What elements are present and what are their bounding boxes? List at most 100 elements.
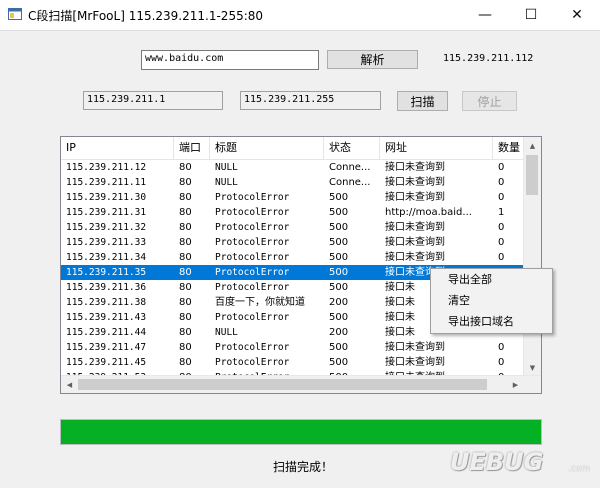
context-menu: 导出全部 清空 导出接口域名 <box>430 268 553 334</box>
resolve-button[interactable]: 解析 <box>327 50 418 69</box>
cell-count: 0 <box>498 192 505 203</box>
cell-status: 500 <box>329 342 349 353</box>
cell-title: ProtocolError <box>215 207 290 218</box>
column-header-url[interactable]: 网址 <box>380 137 493 159</box>
cell-title: 百度一下，你就知道 <box>215 297 305 308</box>
cell-port: 80 <box>179 357 192 368</box>
cell-port: 80 <box>179 297 192 308</box>
menu-item-clear[interactable]: 清空 <box>431 291 552 311</box>
scrollbar-corner <box>524 376 541 393</box>
table-row[interactable]: 115.239.211.33 80 ProtocolError 500 接口未查询到 0 <box>61 235 523 250</box>
cell-port: 80 <box>179 207 192 218</box>
title-bar: C段扫描[MrFooL] 115.239.211.1-255:80 — ☐ ✕ <box>0 0 600 31</box>
scroll-down-icon[interactable]: ▼ <box>524 359 541 376</box>
cell-status: 500 <box>329 252 349 263</box>
cell-title: ProtocolError <box>215 282 290 293</box>
cell-url: 接口未查询到 <box>385 357 445 368</box>
vertical-scroll-thumb[interactable] <box>526 155 538 195</box>
cell-port: 80 <box>179 177 192 188</box>
app-window-icon <box>8 8 22 20</box>
cell-port: 80 <box>179 342 192 353</box>
column-header-ip[interactable]: IP <box>61 137 174 159</box>
cell-ip: 115.239.211.38 <box>66 297 147 308</box>
table-row[interactable]: 115.239.211.32 80 ProtocolError 500 接口未查询到 0 <box>61 220 523 235</box>
cell-count: 0 <box>498 357 505 368</box>
maximize-button[interactable]: ☐ <box>508 0 554 30</box>
scroll-up-icon[interactable]: ▲ <box>524 137 541 154</box>
cell-title: NULL <box>215 177 238 188</box>
column-header-status[interactable]: 状态 <box>324 137 380 159</box>
end-ip-field[interactable]: 115.239.211.255 <box>240 91 381 110</box>
cell-ip: 115.239.211.32 <box>66 222 147 233</box>
scroll-left-icon[interactable]: ◀ <box>61 376 78 393</box>
cell-url: 接口未查询到 <box>385 177 445 188</box>
cell-status: 200 <box>329 327 349 338</box>
cell-title: ProtocolError <box>215 312 290 323</box>
scroll-right-icon[interactable]: ▶ <box>507 376 524 393</box>
cell-ip: 115.239.211.43 <box>66 312 147 323</box>
cell-port: 80 <box>179 222 192 233</box>
horizontal-scrollbar[interactable]: ◀ ▶ <box>61 375 541 393</box>
cell-url: 接口未查询到 <box>385 192 445 203</box>
minimize-button[interactable]: — <box>462 0 508 30</box>
results-table[interactable]: IP 端口 标题 状态 网址 数量 115.239.211.12 80 NULL Co… <box>60 136 542 394</box>
cell-url: 接口未查询到 <box>385 162 445 173</box>
cell-port: 80 <box>179 327 192 338</box>
cell-ip: 115.239.211.34 <box>66 252 147 263</box>
cell-status: 500 <box>329 207 349 218</box>
progress-fill <box>61 420 541 444</box>
start-ip-field[interactable]: 115.239.211.1 <box>83 91 223 110</box>
close-button[interactable]: ✕ <box>554 0 600 30</box>
cell-ip: 115.239.211.35 <box>66 267 147 278</box>
domain-input[interactable]: www.baidu.com <box>141 50 319 70</box>
resolved-ip-label: 115.239.211.112 <box>443 53 534 64</box>
maximize-icon: ☐ <box>524 7 538 23</box>
cell-ip: 115.239.211.33 <box>66 237 147 248</box>
cell-ip: 115.239.211.30 <box>66 192 147 203</box>
table-row[interactable]: 115.239.211.45 80 ProtocolError 500 接口未查询到 0 <box>61 355 523 370</box>
table-row[interactable]: 115.239.211.30 80 ProtocolError 500 接口未查询到 0 <box>61 190 523 205</box>
vertical-scrollbar[interactable]: ▲ ▼ <box>523 137 541 376</box>
cell-title: ProtocolError <box>215 222 290 233</box>
cell-ip: 115.239.211.44 <box>66 327 147 338</box>
column-header-title[interactable]: 标题 <box>210 137 324 159</box>
cell-ip: 115.239.211.45 <box>66 357 147 368</box>
cell-count: 0 <box>498 222 505 233</box>
cell-status: Conne... <box>329 162 371 173</box>
table-header: IP 端口 标题 状态 网址 数量 <box>61 137 523 160</box>
table-row[interactable]: 115.239.211.47 80 ProtocolError 500 接口未查询到 0 <box>61 340 523 355</box>
cell-ip: 115.239.211.11 <box>66 177 147 188</box>
cell-port: 80 <box>179 192 192 203</box>
cell-url: 接口未查询到 <box>385 342 445 353</box>
window-title: C段扫描[MrFooL] 115.239.211.1-255:80 <box>28 9 264 23</box>
table-row[interactable]: 115.239.211.31 80 ProtocolError 500 http://m… <box>61 205 523 220</box>
cell-port: 80 <box>179 312 192 323</box>
menu-item-export-domains[interactable]: 导出接口域名 <box>431 312 552 332</box>
cell-status: 500 <box>329 282 349 293</box>
scan-button[interactable]: 扫描 <box>397 91 448 111</box>
menu-item-export-all[interactable]: 导出全部 <box>431 270 552 290</box>
cell-title: ProtocolError <box>215 252 290 263</box>
cell-status: 500 <box>329 312 349 323</box>
cell-ip: 115.239.211.12 <box>66 162 147 173</box>
cell-status: Conne... <box>329 177 371 188</box>
cell-title: ProtocolError <box>215 237 290 248</box>
cell-title: NULL <box>215 327 238 338</box>
table-row[interactable]: 115.239.211.34 80 ProtocolError 500 接口未查询到 0 <box>61 250 523 265</box>
table-row[interactable]: 115.239.211.12 80 NULL Conne... 接口未查询到 0 <box>61 160 523 175</box>
cell-count: 0 <box>498 342 505 353</box>
watermark-logo-suffix: .com <box>568 464 591 474</box>
column-header-count[interactable]: 数量 <box>493 137 523 159</box>
cell-port: 80 <box>179 282 192 293</box>
cell-status: 500 <box>329 357 349 368</box>
cell-ip: 115.239.211.31 <box>66 207 147 218</box>
cell-url: 接口未查询到 <box>385 252 445 263</box>
column-header-port[interactable]: 端口 <box>174 137 210 159</box>
horizontal-scroll-thumb[interactable] <box>78 379 487 390</box>
cell-ip: 115.239.211.47 <box>66 342 147 353</box>
table-row[interactable]: 115.239.211.11 80 NULL Conne... 接口未查询到 0 <box>61 175 523 190</box>
cell-status: 200 <box>329 297 349 308</box>
minimize-icon: — <box>478 7 492 23</box>
scan-progress-bar <box>60 419 542 445</box>
cell-port: 80 <box>179 162 192 173</box>
